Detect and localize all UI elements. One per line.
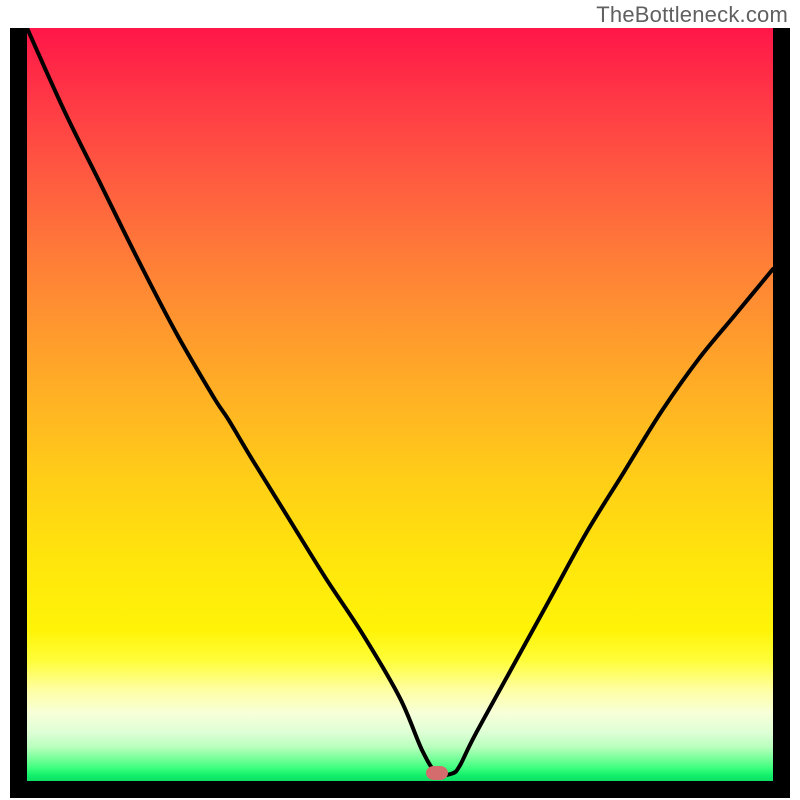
- bottleneck-curve: [27, 28, 773, 781]
- watermark-text: TheBottleneck.com: [596, 2, 788, 28]
- plot-area: [27, 28, 773, 781]
- chart-container: TheBottleneck.com: [0, 0, 800, 800]
- optimum-marker-icon: [426, 766, 448, 780]
- chart-frame: [10, 28, 790, 798]
